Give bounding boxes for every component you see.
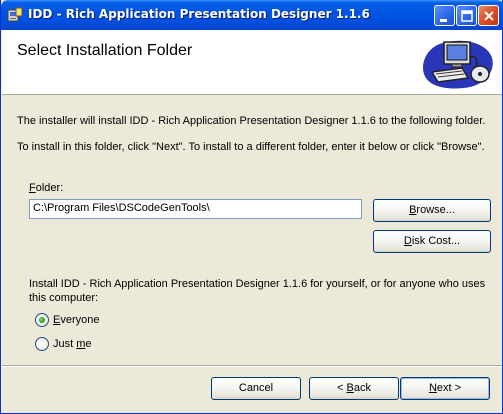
intro-text: The installer will install IDD - Rich Ap… [17,115,486,127]
instruction-text: To install in this folder, click "Next".… [17,141,485,153]
back-label-prefix: < [337,382,347,394]
maximize-button[interactable] [456,5,477,26]
cancel-button[interactable]: Cancel [211,377,301,400]
folder-label: Folder: [29,182,63,194]
radio-selected-dot [39,317,45,323]
maximize-icon [461,10,473,22]
window-title: IDD - Rich Application Presentation Desi… [28,7,370,21]
next-button[interactable]: Next > [400,377,490,400]
disk-cost-label-rest: isk Cost... [411,235,461,247]
everyone-radio-label[interactable]: Everyone [53,314,99,326]
everyone-radio[interactable] [35,313,49,327]
folder-path-input[interactable]: C:\Program Files\DSCodeGenTools\ [29,199,362,219]
folder-label-accel: F [29,182,36,194]
footer-divider [2,365,502,367]
just-me-label-prefix: Just [53,338,77,350]
disk-cost-accel: D [403,235,412,247]
page-title: Select Installation Folder [17,42,193,59]
browse-label-rest: rowse... [416,204,455,216]
installer-app-icon [7,7,23,22]
folder-label-rest: older: [35,182,64,194]
installer-window: IDD - Rich Application Presentation Desi… [0,0,503,414]
minimize-button[interactable] [434,5,455,26]
close-icon [484,11,494,21]
just-me-radio-label[interactable]: Just me [53,338,92,350]
back-label-rest: ack [353,382,371,394]
disk-cost-button[interactable]: Disk Cost... [373,230,491,253]
install-for-description: Install IDD - Rich Application Presentat… [29,278,486,304]
minimize-icon [440,19,447,22]
next-accel: N [428,382,437,394]
just-me-label-rest: e [85,338,92,350]
just-me-radio[interactable] [35,337,49,351]
computer-setup-icon [423,40,493,89]
everyone-label-rest: veryone [60,314,100,326]
close-button[interactable] [478,5,499,26]
title-bar[interactable]: IDD - Rich Application Presentation Desi… [1,0,503,30]
browse-button[interactable]: Browse... [373,199,491,222]
back-accel: B [346,382,354,394]
next-label-rest: ext > [436,382,462,394]
header-banner: Select Installation Folder [2,30,502,95]
back-button[interactable]: < Back [309,377,399,400]
